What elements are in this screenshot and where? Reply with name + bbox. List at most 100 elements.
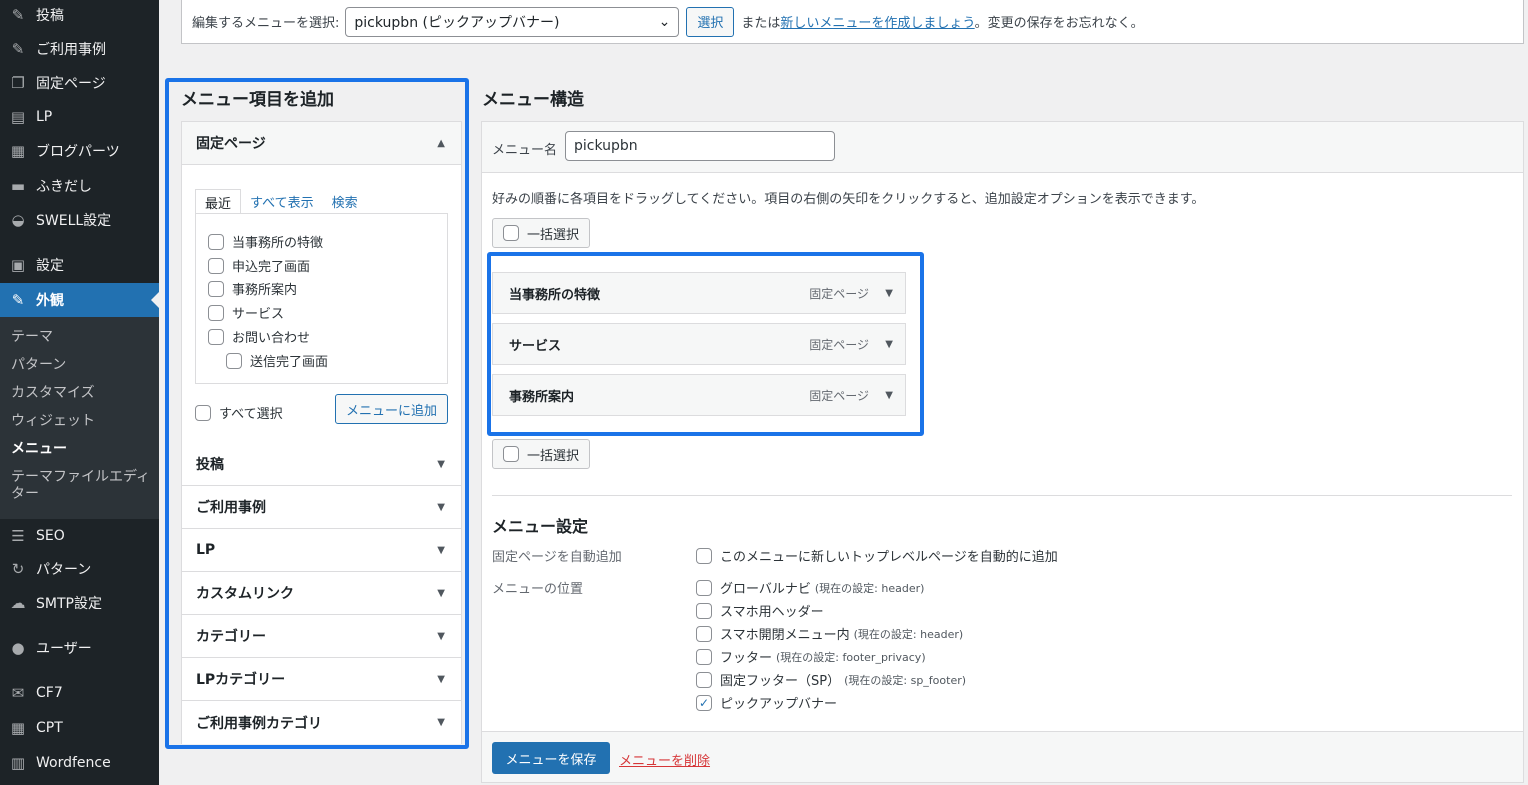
accordion-case-study-categories-header[interactable]: ご利用事例カテゴリ ▼ [182,701,461,744]
submenu-widgets[interactable]: ウィジェット [11,413,151,430]
sidebar-item-patterns[interactable]: ↻ パターン [0,554,159,584]
tab-search[interactable]: 検索 [323,189,367,216]
page-checkbox-row[interactable]: 事務所案内 [208,279,297,298]
add-to-menu-button[interactable]: メニューに追加 [335,394,448,424]
chevron-down-icon[interactable]: ▼ [437,502,445,513]
checkbox[interactable] [208,257,224,274]
accordion-lp-categories-header[interactable]: LPカテゴリー ▼ [182,658,461,701]
sidebar-item-label: LP [36,109,53,125]
seo-icon: ☰ [11,527,25,545]
menu-item[interactable]: 当事務所の特徴 固定ページ ▼ [492,272,906,314]
checkbox[interactable] [696,648,712,665]
menu-name-input[interactable] [565,131,835,161]
checkbox[interactable] [696,602,712,619]
checkbox[interactable] [208,233,224,250]
mail-icon: ✉ [11,684,25,702]
select-all-checkbox[interactable] [195,404,211,421]
delete-menu-link[interactable]: メニューを削除 [619,750,710,769]
page-checkbox-row[interactable]: 送信完了画面 [226,351,328,370]
checkbox-checked[interactable]: ✓ [696,694,712,711]
page-checkbox-row[interactable]: お問い合わせ [208,327,310,346]
chevron-down-icon[interactable]: ▼ [437,631,445,642]
sidebar-item-users[interactable]: ● ユーザー [0,633,159,663]
sidebar-item-swell-settings[interactable]: ◒ SWELL設定 [0,205,159,235]
accordion-categories-header[interactable]: カテゴリー ▼ [182,615,461,658]
checkbox[interactable] [696,625,712,642]
location-label: 固定フッター（SP） [720,674,841,689]
accordion-posts-header[interactable]: 投稿 ▼ [182,443,461,486]
location-row[interactable]: スマホ開閉メニュー内 (現在の設定: header) [696,624,963,643]
accordion-case-studies-header[interactable]: ご利用事例 ▼ [182,486,461,529]
select-menu-label: 編集するメニューを選択: [192,16,340,31]
accordion-custom-links-header[interactable]: カスタムリンク ▼ [182,572,461,615]
checkbox[interactable] [696,579,712,596]
chevron-down-icon[interactable]: ▼ [437,674,445,685]
page-checkbox-row[interactable]: 当事務所の特徴 [208,232,323,251]
submenu-themes[interactable]: テーマ [11,329,151,346]
checkbox[interactable] [226,352,242,369]
menu-item-type: 固定ページ [809,337,869,352]
select-menu-button[interactable]: 選択 [686,6,735,37]
sidebar-item-cpt[interactable]: ▦ CPT [0,713,159,743]
expand-arrow-icon[interactable]: ▼ [885,339,893,350]
sidebar-item-wordfence[interactable]: ▥ Wordfence [0,748,159,778]
create-new-menu-link[interactable]: 新しいメニューを作成しましょう [780,16,974,31]
sidebar-item-case-studies[interactable]: ✎ ご利用事例 [0,34,159,64]
submenu-theme-file-editor[interactable]: テーマファイルエディター [11,469,151,503]
menu-item[interactable]: サービス 固定ページ ▼ [492,323,906,365]
save-menu-button[interactable]: メニューを保存 [492,742,610,774]
menu-select-dropdown[interactable]: pickupbn (ピックアップバナー) ⌄ [345,6,680,37]
tab-view-all[interactable]: すべて表示 [241,189,323,216]
sidebar-item-blog-parts[interactable]: ▦ ブログパーツ [0,136,159,166]
submenu-menus[interactable]: メニュー [11,441,151,458]
auto-add-checkbox[interactable] [696,547,712,564]
menu-item[interactable]: 事務所案内 固定ページ ▼ [492,374,906,416]
chevron-down-icon[interactable]: ▼ [437,545,445,556]
page-checkbox-row[interactable]: サービス [208,303,284,322]
chevron-up-icon[interactable]: ▲ [437,138,445,149]
tab-recent[interactable]: 最近 [195,189,242,216]
select-all-row[interactable]: すべて選択 [195,403,283,422]
checkmark-icon: ✓ [698,695,710,710]
expand-arrow-icon[interactable]: ▼ [885,390,893,401]
sidebar-item-appearance[interactable]: ✎ 外観 [0,283,159,317]
sidebar-item-pages[interactable]: ❐ 固定ページ [0,68,159,98]
sidebar-item-seo[interactable]: ☰ SEO [0,521,159,551]
sidebar-item-cf7[interactable]: ✉ CF7 [0,678,159,708]
user-icon: ● [11,639,25,657]
location-row[interactable]: スマホ用ヘッダー [696,601,828,620]
menu-select-bar: 編集するメニューを選択: pickupbn (ピックアップバナー) ⌄ 選択 ま… [181,0,1524,44]
sidebar-item-label: CPT [36,720,63,736]
sidebar-item-posts[interactable]: ✎ 投稿 [0,0,159,30]
checkbox[interactable] [696,671,712,688]
checkbox[interactable] [503,225,519,241]
sidebar-item-smtp[interactable]: ☁ SMTP設定 [0,588,159,618]
accordion-lp-header[interactable]: LP ▼ [182,529,461,572]
chevron-down-icon[interactable]: ▼ [437,717,445,728]
location-row[interactable]: フッター (現在の設定: footer_privacy) [696,647,926,666]
checkbox[interactable] [208,304,224,321]
accordion-pages-header[interactable]: 固定ページ ▲ [182,122,461,165]
bulk-select-button[interactable]: 一括選択 [492,439,590,469]
sidebar-item-speech-bubble[interactable]: ▬ ふきだし [0,171,159,201]
expand-arrow-icon[interactable]: ▼ [885,288,893,299]
location-row[interactable]: グローバルナビ (現在の設定: header) [696,578,924,597]
location-row[interactable]: 固定フッター（SP） (現在の設定: sp_footer) [696,670,966,689]
sidebar-item-settings[interactable]: ▣ 設定 [0,250,159,280]
submenu-customize[interactable]: カスタマイズ [11,385,151,402]
checkbox[interactable] [503,446,519,462]
auto-add-row[interactable]: このメニューに新しいトップレベルページを自動的に追加 [696,546,1058,565]
page-label: サービス [232,307,285,322]
cpt-icon: ▦ [10,719,26,737]
checkbox[interactable] [208,280,224,297]
sidebar-item-lp[interactable]: ▤ LP [0,102,159,132]
checkbox[interactable] [208,328,224,345]
sidebar-item-label: ユーザー [36,641,92,657]
bulk-select-button[interactable]: 一括選択 [492,218,590,248]
chevron-down-icon[interactable]: ▼ [437,588,445,599]
page-checkbox-row[interactable]: 申込完了画面 [208,256,310,275]
location-row[interactable]: ✓ ピックアップバナー [696,693,841,712]
chevron-down-icon[interactable]: ▼ [437,459,445,470]
submenu-patterns[interactable]: パターン [11,357,151,374]
chevron-down-icon: ⌄ [658,13,671,30]
